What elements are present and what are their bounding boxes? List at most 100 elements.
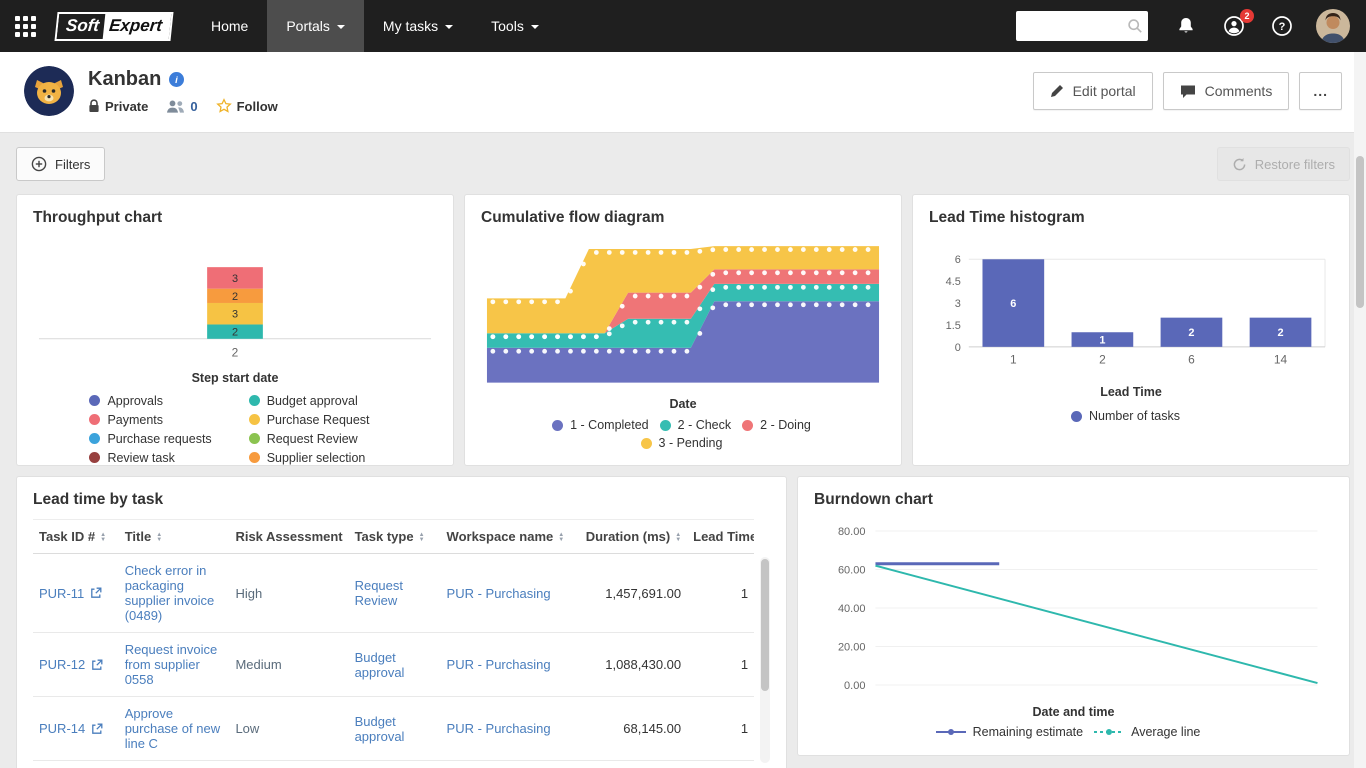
legend-dot	[660, 420, 671, 431]
external-link-icon[interactable]	[91, 723, 103, 735]
column-header-title[interactable]: Title▲▼	[119, 520, 230, 554]
lead-time-table-card: Lead time by task Task ID #▲▼Title▲▼Risk…	[16, 476, 787, 768]
legend-item[interactable]: Purchase requests	[89, 431, 211, 446]
workspace-link[interactable]: PUR - Purchasing	[447, 657, 551, 672]
lead-time-value: 1	[687, 633, 754, 697]
card-title: Burndown chart	[814, 491, 1333, 509]
legend-item[interactable]: Average line	[1094, 725, 1200, 739]
task-title-link[interactable]: Approve purchase of new line C	[125, 706, 220, 751]
legend-item[interactable]: 3 - Pending	[641, 436, 723, 450]
task-id-link[interactable]: PUR-12	[39, 657, 85, 672]
user-avatar[interactable]	[1316, 9, 1350, 43]
task-title-link[interactable]: Check error in packaging supplier invoic…	[125, 563, 215, 623]
legend-item[interactable]: 2 - Check	[660, 418, 732, 432]
external-link-icon[interactable]	[90, 587, 102, 599]
sort-icon[interactable]: ▲▼	[675, 533, 681, 543]
card-title: Lead time by task	[33, 491, 770, 509]
column-header-task-type[interactable]: Task type▲▼	[349, 520, 441, 554]
task-type-link[interactable]: Budget approval	[355, 650, 405, 680]
privacy-label: Private	[105, 99, 148, 114]
portal-avatar[interactable]	[24, 66, 74, 116]
legend-item[interactable]: Request Review	[249, 431, 370, 446]
scrollbar-thumb[interactable]	[761, 559, 769, 691]
help-icon[interactable]: ?	[1268, 12, 1296, 40]
info-icon[interactable]: i	[169, 72, 184, 87]
restore-filters-button[interactable]: Restore filters	[1217, 147, 1350, 181]
legend-item[interactable]: Payments	[89, 412, 211, 427]
legend-item[interactable]: 2 - Doing	[742, 418, 811, 432]
risk-assessment-value: High	[235, 586, 262, 601]
legend-dot	[641, 438, 652, 449]
column-header-risk-assessment[interactable]: Risk Assessment▲▼	[229, 520, 348, 554]
task-type-link[interactable]: Budget approval	[355, 714, 405, 744]
svg-text:20.00: 20.00	[838, 642, 866, 654]
edit-portal-button[interactable]: Edit portal	[1033, 72, 1153, 110]
app-grid-icon[interactable]	[0, 0, 50, 52]
legend-item[interactable]: Budget approval	[249, 393, 370, 408]
throughput-chart-canvas: 23232	[33, 231, 437, 365]
nav-item-my-tasks[interactable]: My tasks	[364, 0, 472, 52]
svg-text:2: 2	[1188, 327, 1194, 339]
nav-item-label: Tools	[491, 18, 524, 34]
notifications-bell-icon[interactable]	[1172, 12, 1200, 40]
column-header-task-id[interactable]: Task ID #▲▼	[33, 520, 119, 554]
external-link-icon[interactable]	[91, 659, 103, 671]
workspace-link[interactable]: PUR - Purchasing	[447, 721, 551, 736]
sort-icon[interactable]: ▲▼	[348, 533, 349, 543]
table-row[interactable]: PUR-14Approve purchase of new line CLowB…	[33, 697, 754, 761]
task-type-link[interactable]: Request Review	[355, 578, 403, 608]
svg-text:i: i	[176, 75, 179, 86]
sort-icon[interactable]: ▲▼	[419, 533, 425, 543]
column-header-workspace-name[interactable]: Workspace name▲▼	[441, 520, 568, 554]
legend-item[interactable]: Approvals	[89, 393, 211, 408]
sort-icon[interactable]: ▲▼	[100, 533, 106, 543]
table-row[interactable]: PUR-11 Check error in packaging supplier …	[33, 554, 754, 633]
more-options-button[interactable]: ...	[1299, 72, 1342, 110]
legend-label: Purchase requests	[107, 432, 211, 446]
follow-button[interactable]: Follow	[216, 98, 278, 114]
legend-dot	[249, 414, 260, 425]
nav-item-portals[interactable]: Portals	[267, 0, 364, 52]
legend-dot	[89, 433, 100, 444]
histogram-legend: Number of tasks	[929, 407, 1333, 425]
members-count: 0	[190, 99, 197, 114]
legend-label: Approvals	[107, 394, 163, 408]
logo-part-expert: Expert	[103, 14, 172, 39]
legend-item[interactable]: Review task	[89, 450, 211, 465]
legend-line-marker	[1094, 727, 1124, 737]
sort-icon[interactable]: ▲▼	[558, 533, 564, 543]
column-label: Duration (ms)	[586, 529, 671, 544]
comments-button[interactable]: Comments	[1163, 72, 1290, 110]
legend-item[interactable]: Number of tasks	[1071, 409, 1180, 423]
burndown-chart-canvas: 80.0060.0040.0020.000.00	[814, 517, 1333, 699]
svg-text:2: 2	[1277, 327, 1283, 339]
column-header-duration-ms[interactable]: Duration (ms) ▲▼	[568, 520, 687, 554]
search-icon[interactable]	[1127, 18, 1143, 34]
nav-item-home[interactable]: Home	[192, 0, 267, 52]
legend-label: Request Review	[267, 432, 358, 446]
legend-dot	[249, 452, 260, 463]
column-header-lead-time[interactable]: Lead Time▲▼	[687, 520, 754, 554]
burndown-legend: Remaining estimate Average line	[814, 723, 1333, 741]
task-id-link[interactable]: PUR-11	[39, 586, 84, 601]
sort-icon[interactable]: ▲▼	[156, 533, 162, 543]
table-row[interactable]: PUR-12 Request invoice from supplier 0558…	[33, 633, 754, 697]
page-scrollbar[interactable]	[1354, 52, 1366, 768]
legend-item[interactable]: 1 - Completed	[552, 418, 649, 432]
workspace-link[interactable]: PUR - Purchasing	[447, 586, 551, 601]
task-title-link[interactable]: Request invoice from supplier 0558	[125, 642, 218, 687]
duration-value: 1,088,430.00	[568, 633, 687, 697]
support-icon[interactable]: 2	[1220, 12, 1248, 40]
legend-item[interactable]: Remaining estimate	[936, 725, 1083, 739]
task-id-link[interactable]: PUR-14	[39, 721, 85, 736]
table-vertical-scrollbar[interactable]	[760, 557, 770, 763]
filters-button[interactable]: Filters	[16, 147, 105, 181]
members-indicator[interactable]: 0	[166, 99, 197, 114]
charts-row: Throughput chart 23232 Step start date A…	[16, 194, 1350, 466]
scrollbar-thumb[interactable]	[1356, 156, 1364, 308]
comment-icon	[1180, 84, 1196, 99]
legend-item[interactable]: Supplier selection	[249, 450, 370, 465]
softexpert-logo[interactable]: SoftExpert	[54, 12, 173, 41]
nav-item-tools[interactable]: Tools	[472, 0, 558, 52]
legend-item[interactable]: Purchase Request	[249, 412, 370, 427]
